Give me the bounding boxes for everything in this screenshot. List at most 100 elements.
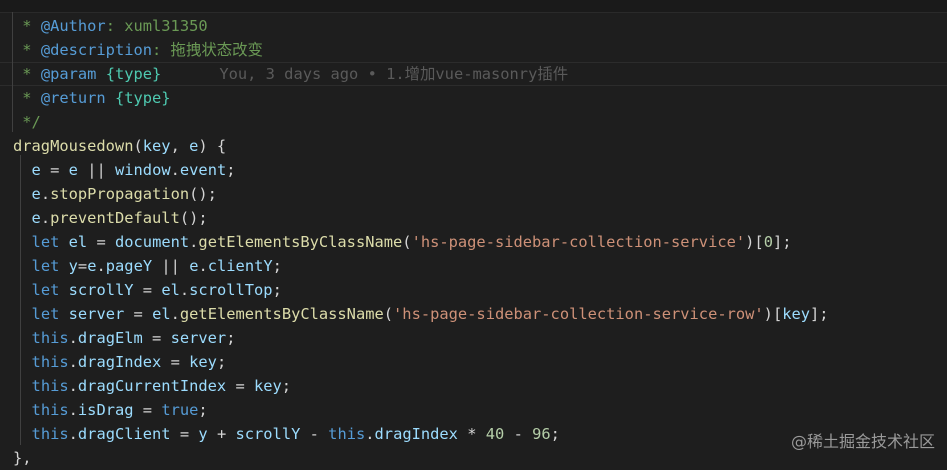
code-token-plain: = bbox=[170, 425, 199, 443]
code-token-plain: - bbox=[300, 425, 329, 443]
code-token-kw: let bbox=[31, 257, 60, 275]
code-line[interactable]: * @param {type} You, 3 days ago • 1.增加vue… bbox=[13, 62, 568, 86]
code-token-var: key bbox=[142, 137, 171, 155]
code-token-var: dragCurrentIndex bbox=[77, 377, 227, 395]
code-token-plain: (); bbox=[189, 185, 217, 203]
code-token-plain: . bbox=[40, 185, 51, 203]
code-line[interactable]: }, bbox=[13, 446, 32, 470]
code-token-type: {type} bbox=[114, 89, 171, 107]
code-token-plain: . bbox=[68, 425, 78, 443]
code-token-fn: dragMousedown bbox=[13, 137, 134, 155]
code-token-plain: ; bbox=[216, 353, 227, 371]
watermark: @稀土掘金技术社区 bbox=[790, 432, 935, 451]
code-token-plain: . bbox=[68, 329, 78, 347]
code-token-plain: = bbox=[142, 329, 171, 347]
code-token-var: isDrag bbox=[77, 401, 134, 419]
code-line[interactable]: let scrollY = el.scrollTop; bbox=[13, 278, 282, 302]
code-token-var: y bbox=[68, 257, 78, 275]
code-token-var: server bbox=[170, 329, 227, 347]
code-token-comment: * bbox=[13, 65, 41, 83]
code-token-type: {type} bbox=[105, 65, 162, 83]
code-token-tag: @description bbox=[40, 41, 153, 59]
code-token-plain: = bbox=[226, 377, 254, 395]
code-line[interactable]: * @description: 拖拽状态改变 bbox=[13, 38, 263, 62]
code-token-var: scrollTop bbox=[189, 281, 273, 299]
code-token-kw: this bbox=[31, 401, 69, 419]
code-token-comment bbox=[96, 65, 105, 83]
code-token-plain: . bbox=[96, 257, 106, 275]
code-line[interactable]: e.preventDefault(); bbox=[13, 206, 208, 230]
code-token-num: 40 bbox=[485, 425, 505, 443]
code-token-var: e bbox=[31, 209, 41, 227]
code-line[interactable]: let el = document.getElementsByClassName… bbox=[13, 230, 792, 254]
code-token-var: y bbox=[198, 425, 208, 443]
code-token-var: dragClient bbox=[77, 425, 171, 443]
code-token-var: clientY bbox=[207, 257, 273, 275]
code-token-plain: ]; bbox=[810, 305, 829, 323]
code-token-num: 96 bbox=[532, 425, 551, 443]
code-token-plain: ; bbox=[281, 377, 292, 395]
code-line[interactable]: let y=e.pageY || e.clientY; bbox=[13, 254, 282, 278]
code-line[interactable]: this.dragClient = y + scrollY - this.dra… bbox=[13, 422, 560, 446]
code-token-var: key bbox=[253, 377, 282, 395]
code-token-var: pageY bbox=[105, 257, 153, 275]
code-token-plain: }, bbox=[13, 449, 32, 467]
code-token-comment bbox=[106, 89, 115, 107]
code-token-fn: getElementsByClassName bbox=[179, 305, 384, 323]
code-token-plain: ; bbox=[198, 401, 208, 419]
code-token-plain: ; bbox=[272, 281, 282, 299]
code-token-kw: this bbox=[328, 425, 366, 443]
code-token-plain: (); bbox=[179, 209, 208, 227]
code-line[interactable]: this.dragElm = server; bbox=[13, 326, 236, 350]
code-token-plain: )[ bbox=[745, 233, 764, 251]
code-token-fn: stopPropagation bbox=[50, 185, 190, 203]
code-token-plain: . bbox=[170, 305, 180, 323]
code-line[interactable]: */ bbox=[13, 110, 41, 134]
code-token-var: key bbox=[189, 353, 217, 371]
editor-top-bar bbox=[0, 0, 947, 13]
code-token-plain: )[ bbox=[763, 305, 783, 323]
code-token-kw: let bbox=[31, 233, 60, 251]
code-token-plain: || bbox=[77, 161, 115, 179]
code-token-var: key bbox=[782, 305, 811, 323]
code-editor[interactable]: * @Author: xuml31350 * @description: 拖拽状… bbox=[0, 0, 947, 469]
code-token-plain: = bbox=[87, 233, 115, 251]
code-line[interactable]: this.isDrag = true; bbox=[13, 398, 208, 422]
code-line[interactable]: e = e || window.event; bbox=[13, 158, 236, 182]
code-line[interactable]: * @return {type} bbox=[13, 86, 171, 110]
code-token-var: event bbox=[179, 161, 227, 179]
code-token-var: dragIndex bbox=[77, 353, 162, 371]
code-line[interactable]: * @Author: xuml31350 bbox=[13, 14, 207, 38]
code-line[interactable]: e.stopPropagation(); bbox=[13, 182, 217, 206]
code-token-plain: ; bbox=[272, 257, 282, 275]
code-token-plain: = bbox=[77, 257, 88, 275]
code-token-plain: ( bbox=[402, 233, 412, 251]
code-line[interactable]: this.dragCurrentIndex = key; bbox=[13, 374, 292, 398]
code-token-plain: . bbox=[198, 257, 208, 275]
code-token-var: e bbox=[189, 137, 199, 155]
code-token-comment: * bbox=[13, 17, 41, 35]
code-token-plain: || bbox=[152, 257, 190, 275]
code-token-fn: getElementsByClassName bbox=[198, 233, 403, 251]
code-token-var: e bbox=[68, 161, 78, 179]
code-token-plain: . bbox=[68, 353, 78, 371]
code-token-var: window bbox=[115, 161, 171, 179]
code-line[interactable]: dragMousedown(key, e) { bbox=[13, 134, 226, 158]
code-token-kw: this bbox=[31, 377, 69, 395]
code-token-plain: ; bbox=[226, 329, 236, 347]
code-line[interactable]: this.dragIndex = key; bbox=[13, 350, 227, 374]
code-token-plain: ]; bbox=[772, 233, 792, 251]
code-token-plain: = bbox=[124, 305, 153, 323]
code-token-tag: @return bbox=[40, 89, 106, 107]
code-token-comment: * bbox=[13, 89, 41, 107]
code-token-plain: . bbox=[179, 281, 190, 299]
code-token-plain: . bbox=[170, 161, 180, 179]
code-token-str: 'hs-page-sidebar-collection-service' bbox=[411, 233, 746, 251]
code-line[interactable]: let server = el.getElementsByClassName('… bbox=[13, 302, 829, 326]
code-token-kw: this bbox=[31, 353, 69, 371]
code-token-fn: preventDefault bbox=[50, 209, 180, 227]
code-token-plain: + bbox=[207, 425, 236, 443]
code-token-kw: true bbox=[161, 401, 199, 419]
